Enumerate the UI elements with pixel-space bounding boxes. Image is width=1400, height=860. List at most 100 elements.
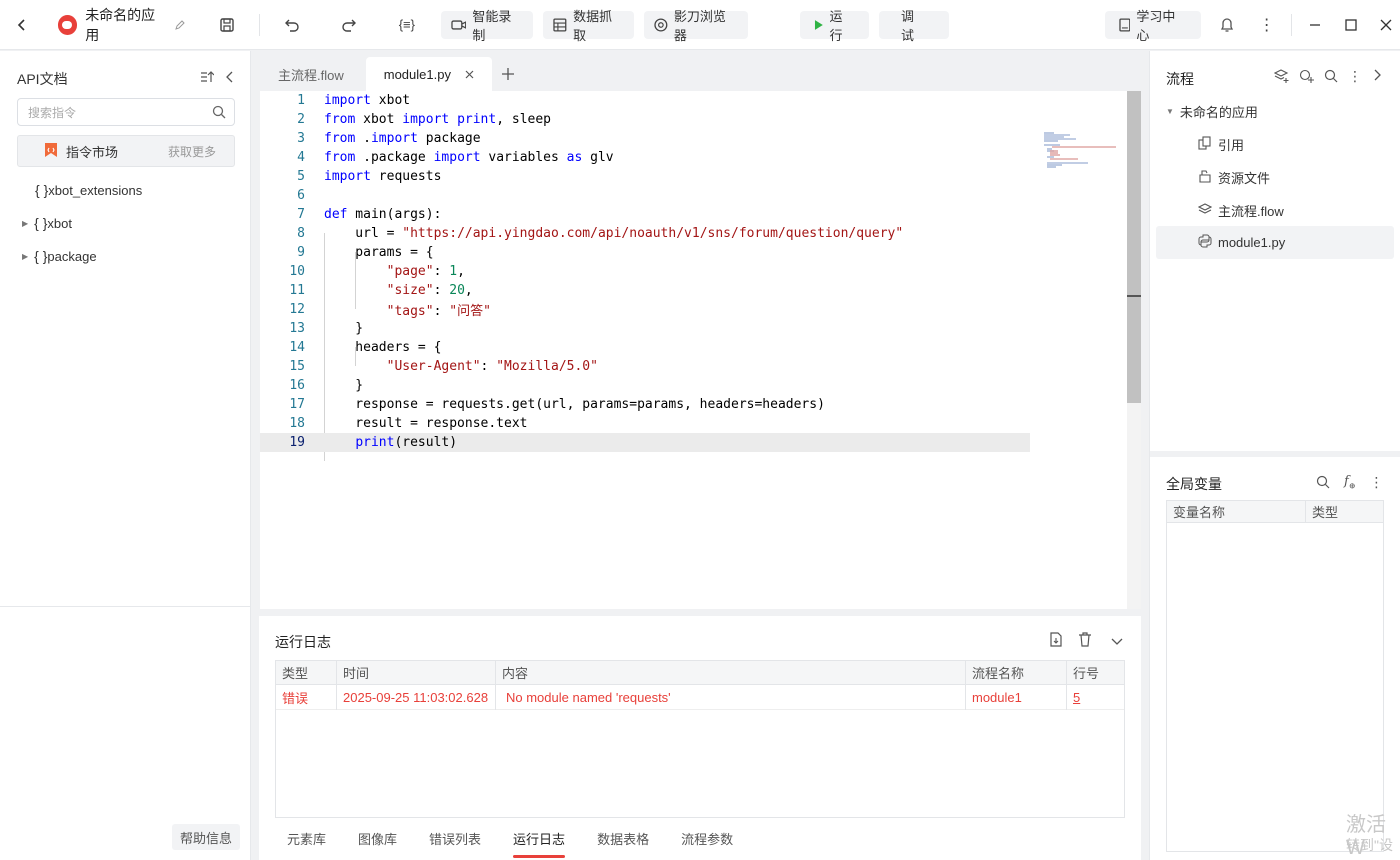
tree-item-label: xbot_extensions [48,182,143,198]
sort-icon[interactable] [200,70,215,87]
tree-item-package[interactable]: ▶ { } package [22,248,97,264]
code-minimap[interactable] [1042,131,1134,169]
debug-label: 调试 [901,8,915,43]
chevron-down-icon: ▼ [1166,107,1174,116]
flow-item-label: 主流程.flow [1218,204,1284,219]
close-tab-icon[interactable] [465,67,474,82]
data-grab-label: 数据抓取 [573,8,613,43]
search-icon[interactable] [1316,475,1330,494]
collapse-panel-icon[interactable] [1111,634,1123,649]
table-row[interactable]: 错误 2025-09-25 11:03:02.628 No module nam… [276,685,1124,710]
tree-item-label: package [47,248,97,264]
log-flow-name: module1 [972,689,1022,705]
panel-divider[interactable] [0,606,251,607]
get-more-link[interactable]: 获取更多 [168,143,216,160]
line-number: 19 [289,435,305,450]
flow-item-label: 资源文件 [1218,171,1271,186]
table-header: 变量名称 类型 [1167,501,1383,523]
maximize-icon[interactable] [1337,11,1365,39]
bell-icon[interactable] [1213,11,1241,39]
minimize-icon[interactable] [1302,11,1330,39]
code-text: result = response.text [324,416,528,431]
log-line-link[interactable]: 5 [1067,685,1080,709]
tree-item-xbot[interactable]: ▶ { } xbot [22,215,72,231]
add-module-icon[interactable] [1299,69,1314,86]
column-divider [336,661,337,710]
learn-center-label: 学习中心 [1136,8,1176,43]
code-text: print(result) [355,435,458,450]
log-time: 2025-09-25 11:03:02.628 [343,689,489,705]
panel-divider[interactable] [1150,451,1400,457]
browser-icon [654,17,668,32]
delete-log-icon[interactable] [1078,632,1092,650]
api-doc-panel: API文档 搜索指令 指令市场 获取更多 { } xbot_extensions… [0,51,251,860]
collapse-panel-icon[interactable] [225,71,235,86]
column-divider [495,661,496,710]
code-block-icon[interactable]: {≡} [393,11,421,39]
export-log-icon[interactable] [1049,632,1063,650]
more-vertical-icon[interactable]: ⋮ [1253,11,1281,39]
run-log-table: 类型 时间 内容 流程名称 行号 错误 2025-09-25 11:03:02.… [275,660,1125,818]
undo-icon[interactable] [278,11,306,39]
tab-error-list[interactable]: 错误列表 [413,830,497,860]
editor-scrollbar[interactable] [1127,91,1141,609]
editor-area: 主流程.flow module1.py 1 import xbot 2 from x… [252,51,1148,609]
help-button[interactable]: 帮助信息 [172,824,241,850]
tab-data-table[interactable]: 数据表格 [581,830,665,860]
add-tab-icon[interactable] [501,57,514,91]
code-text: "size": 20, [386,283,473,298]
save-icon[interactable] [214,11,242,39]
layers-icon [1197,202,1213,219]
learn-center-button[interactable]: 学习中心 [1104,9,1202,43]
vars-actions: f⊕ ⋮ [1316,475,1384,494]
search-icon[interactable] [1324,69,1338,86]
code-line: 3 from .import package [260,129,1030,148]
run-button[interactable]: 运行 [799,9,870,43]
line-number: 13 [289,321,305,336]
collapse-right-icon[interactable] [1372,69,1382,86]
back-icon[interactable] [8,11,36,39]
tab-image-library[interactable]: 图像库 [342,830,413,860]
scroll-thumb[interactable] [1127,91,1141,403]
command-market-button[interactable]: 指令市场 获取更多 [17,135,235,167]
more-vertical-icon[interactable]: ⋮ [1348,69,1362,86]
edit-name-icon[interactable] [172,11,188,39]
tab-run-log[interactable]: 运行日志 [497,830,581,860]
book-icon [1118,17,1131,32]
line-number: 11 [289,283,305,298]
tab-flow-params[interactable]: 流程参数 [665,830,749,860]
add-variable-icon[interactable]: f⊕ [1344,475,1356,494]
app-name[interactable]: 未命名的应用 [85,5,168,45]
tab-module1[interactable]: module1.py [365,57,492,91]
tab-element-library[interactable]: 元素库 [271,830,342,860]
browser-button[interactable]: 影刀浏览器 [644,9,748,43]
flow-title: 流程 [1166,71,1194,87]
flow-tree-root[interactable]: ▼ 未命名的应用 [1166,102,1258,121]
column-header: 内容 [502,666,529,681]
line-number: 1 [297,93,305,108]
flow-item-resources[interactable]: 资源文件 [1198,168,1270,187]
code-line: 5 import requests [260,167,1030,186]
flow-item-reference[interactable]: 引用 [1198,135,1244,154]
run-label: 运行 [829,8,843,43]
add-flow-icon[interactable] [1273,69,1289,86]
more-vertical-icon[interactable]: ⋮ [1370,475,1384,494]
tree-item-label: xbot [47,215,72,231]
search-input[interactable]: 搜索指令 [17,98,235,126]
code-text: } [324,378,364,393]
redo-icon[interactable] [336,11,364,39]
debug-button[interactable]: 调试 [879,9,949,43]
tab-main-flow[interactable]: 主流程.flow [260,57,362,91]
line-number: 3 [297,131,305,146]
column-header: 流程名称 [972,666,1025,681]
flow-item-module1[interactable]: module1.py [1156,226,1394,259]
data-grab-button[interactable]: 数据抓取 [543,9,635,43]
smart-record-button[interactable]: 智能录制 [440,9,534,43]
run-log-title: 运行日志 [275,634,331,650]
close-icon[interactable] [1373,11,1400,39]
code-line: 13 } [260,319,1030,338]
code-editor[interactable]: 1 import xbot 2 from xbot import print, sl… [260,91,1134,609]
tree-item-xbot-extensions[interactable]: { } xbot_extensions [35,182,142,198]
code-line: 6 [260,186,1030,205]
flow-item-main-flow[interactable]: 主流程.flow [1197,201,1284,220]
